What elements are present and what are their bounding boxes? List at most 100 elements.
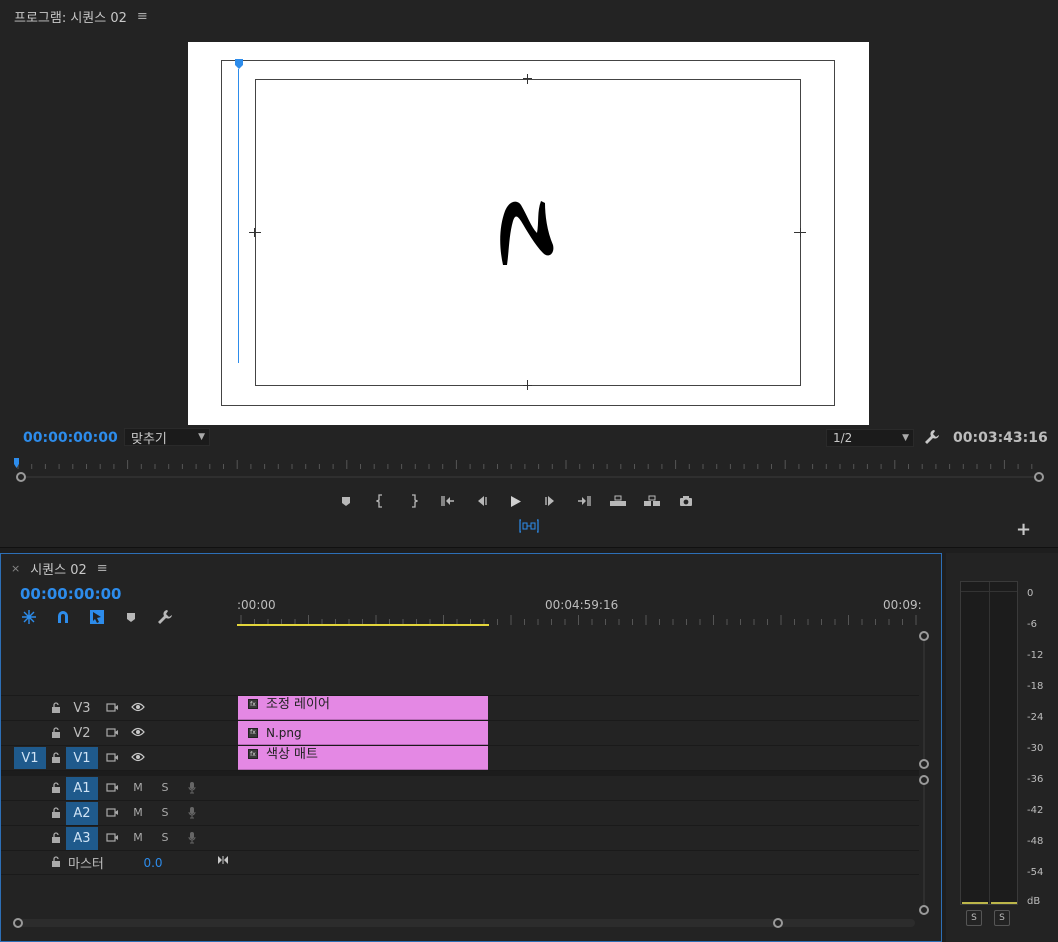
- master-volume-value[interactable]: 0.0: [141, 854, 165, 872]
- lock-icon[interactable]: [49, 854, 63, 868]
- sync-lock-icon[interactable]: [104, 830, 120, 844]
- video-tracks-scrollbar[interactable]: [923, 636, 925, 764]
- track-target-v1[interactable]: V1: [66, 747, 98, 769]
- track-area-a3[interactable]: [238, 826, 919, 850]
- snap-button[interactable]: [53, 609, 73, 625]
- audio-scroll-handle-top[interactable]: [919, 775, 929, 785]
- scrollbar-handle-start[interactable]: [13, 918, 23, 928]
- video-scroll-handle-bottom[interactable]: [919, 759, 929, 769]
- panel-menu-icon[interactable]: ≡: [97, 561, 108, 576]
- program-zoom-scrollbar[interactable]: [16, 472, 1044, 482]
- timeline-time-ruler[interactable]: :00:00 00:04:59:16 00:09:: [237, 592, 922, 628]
- eye-icon[interactable]: [130, 700, 146, 714]
- mark-out-button[interactable]: [402, 490, 426, 512]
- step-back-button[interactable]: [470, 490, 494, 512]
- microphone-icon[interactable]: [185, 779, 199, 795]
- mute-button[interactable]: M: [131, 830, 145, 844]
- solo-right-button[interactable]: S: [994, 910, 1010, 926]
- track-header-master[interactable]: 마스터 0.0: [1, 851, 237, 874]
- track-header-v3[interactable]: V3: [1, 696, 237, 720]
- track-area-a1[interactable]: [238, 776, 919, 800]
- add-marker-button[interactable]: [334, 490, 358, 512]
- export-frame-button[interactable]: [674, 490, 698, 512]
- zoom-fit-dropdown[interactable]: 맞추기 ▼: [124, 428, 210, 447]
- timeline-zoom-scrollbar[interactable]: [13, 917, 921, 929]
- program-current-timecode[interactable]: 00:00:00:00: [23, 430, 118, 446]
- wrench-settings-icon[interactable]: [924, 429, 940, 445]
- track-target-a3[interactable]: A3: [66, 827, 98, 850]
- program-time-ruler[interactable]: [16, 458, 1040, 470]
- program-panel-header[interactable]: 프로그램: 시퀀스 02 ≡: [14, 6, 148, 26]
- clip-color-matte[interactable]: fx 색상 매트: [238, 746, 488, 770]
- track-header-v1[interactable]: V1 V1: [1, 746, 237, 770]
- button-editor-plus-icon[interactable]: +: [1016, 519, 1031, 540]
- sync-lock-icon[interactable]: [104, 780, 120, 794]
- audio-scroll-handle-bottom[interactable]: [919, 905, 929, 915]
- timeline-sequence-title[interactable]: 시퀀스 02: [30, 559, 87, 578]
- track-header-v2[interactable]: V2: [1, 721, 237, 745]
- clip-adjustment-layer[interactable]: fx 조정 레이어: [238, 696, 488, 720]
- panel-menu-icon[interactable]: ≡: [137, 9, 148, 24]
- mute-button[interactable]: M: [131, 805, 145, 819]
- track-area-v3[interactable]: fx 조정 레이어: [238, 696, 919, 720]
- video-preview[interactable]: [188, 42, 869, 425]
- lock-icon[interactable]: [49, 780, 63, 794]
- video-scroll-handle-top[interactable]: [919, 631, 929, 641]
- sync-lock-icon[interactable]: [104, 805, 120, 819]
- sync-lock-icon[interactable]: [104, 700, 120, 714]
- lift-button[interactable]: [606, 490, 630, 512]
- go-to-in-button[interactable]: [436, 490, 460, 512]
- extract-button[interactable]: [640, 490, 664, 512]
- track-area-v2[interactable]: fx N.png: [238, 721, 919, 745]
- step-forward-button[interactable]: [538, 490, 562, 512]
- track-area-master[interactable]: [238, 851, 919, 874]
- play-button[interactable]: [504, 490, 528, 512]
- track-header-a1[interactable]: A1 M S: [1, 776, 237, 800]
- empty-track-area[interactable]: [238, 628, 919, 695]
- track-target-a2[interactable]: A2: [66, 802, 98, 825]
- close-icon[interactable]: ×: [11, 562, 20, 575]
- eye-icon[interactable]: [130, 725, 146, 739]
- lock-icon[interactable]: [49, 750, 63, 764]
- scrollbar-handle-end[interactable]: [1034, 472, 1044, 482]
- scrollbar-handle-start[interactable]: [16, 472, 26, 482]
- comparison-view-button[interactable]: [518, 518, 540, 534]
- solo-button[interactable]: S: [158, 805, 172, 819]
- audio-meter[interactable]: [960, 581, 1018, 905]
- timeline-current-timecode[interactable]: 00:00:00:00: [20, 585, 122, 603]
- track-header-a2[interactable]: A2 M S: [1, 801, 237, 825]
- timeline-tab[interactable]: × 시퀀스 02 ≡: [11, 559, 108, 578]
- work-area-bar[interactable]: [237, 624, 489, 626]
- lock-icon[interactable]: [49, 805, 63, 819]
- add-marker-button[interactable]: [121, 609, 141, 625]
- nest-toggle-button[interactable]: [19, 609, 39, 625]
- eye-icon[interactable]: [130, 750, 146, 764]
- track-header-a3[interactable]: A3 M S: [1, 826, 237, 850]
- track-target-a1[interactable]: A1: [66, 777, 98, 800]
- sync-lock-icon[interactable]: [104, 725, 120, 739]
- solo-button[interactable]: S: [158, 830, 172, 844]
- solo-button[interactable]: S: [158, 780, 172, 794]
- solo-left-button[interactable]: S: [966, 910, 982, 926]
- playback-resolution-dropdown[interactable]: 1/2 ▼: [826, 429, 914, 447]
- microphone-icon[interactable]: [185, 829, 199, 845]
- linked-selection-button[interactable]: [87, 609, 107, 625]
- microphone-icon[interactable]: [185, 804, 199, 820]
- program-panel-title[interactable]: 프로그램: 시퀀스 02: [14, 7, 127, 26]
- lock-icon[interactable]: [49, 700, 63, 714]
- scrollbar-handle-end[interactable]: [773, 918, 783, 928]
- go-to-out-button[interactable]: [572, 490, 596, 512]
- mark-in-button[interactable]: [368, 490, 392, 512]
- lock-icon[interactable]: [49, 725, 63, 739]
- track-area-v1[interactable]: fx 색상 매트: [238, 746, 919, 770]
- track-target-v3[interactable]: V3: [67, 698, 97, 718]
- timeline-settings-button[interactable]: [155, 609, 175, 625]
- sync-lock-icon[interactable]: [104, 750, 120, 764]
- track-target-v2[interactable]: V2: [67, 723, 97, 743]
- source-patch-v1[interactable]: V1: [14, 747, 46, 769]
- mute-button[interactable]: M: [131, 780, 145, 794]
- clip-n-png[interactable]: fx N.png: [238, 721, 488, 745]
- track-area-a2[interactable]: [238, 801, 919, 825]
- audio-tracks-scrollbar[interactable]: [923, 780, 925, 910]
- lock-icon[interactable]: [49, 830, 63, 844]
